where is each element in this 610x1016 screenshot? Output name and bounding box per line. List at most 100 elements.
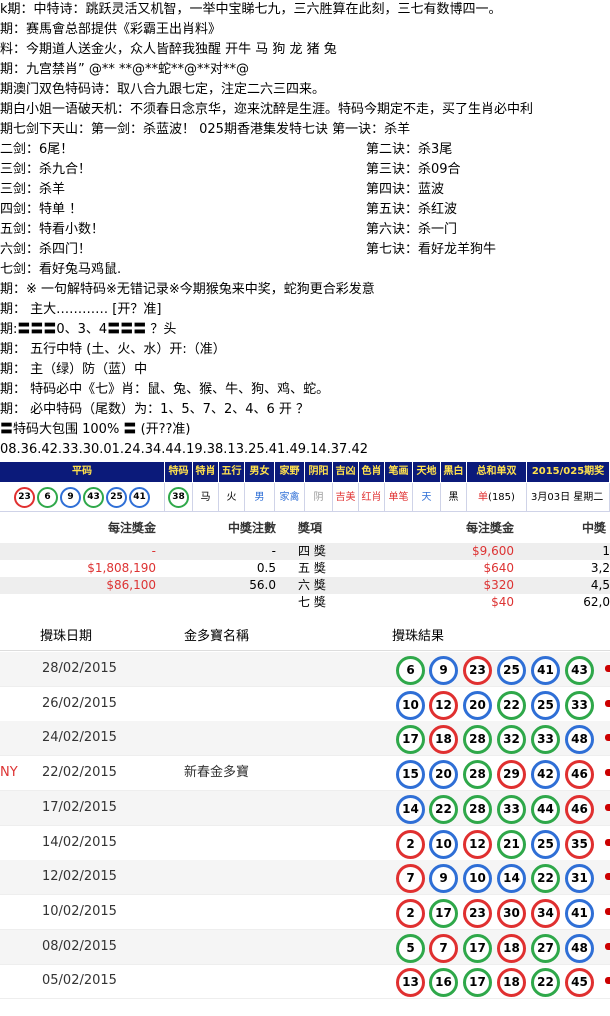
draw-date: 12/02/2015 [42,869,117,885]
lottery-ball: 10 [429,829,458,859]
header-cell: 攪珠結果 [392,629,445,644]
prize-count: 3,2 [590,561,610,575]
lottery-ball: 28 [463,725,492,755]
lottery-ball: 7 [429,933,458,963]
extra-ball-edge [605,838,610,846]
header-cell: 金多寶名稱 [184,629,250,644]
lottery-ball: 7 [396,864,425,894]
lottery-ball: 12 [429,690,458,720]
prize-amount: $40 [491,595,514,609]
lottery-ball: 18 [497,933,526,963]
draw-row: 10/02/2015 2 17 23 30 34 41 [0,895,610,930]
lottery-ball: 12 [463,829,492,859]
extra-ball-edge [605,907,610,915]
text-line: 三剑：杀九合！ 第三诀：杀09合 [0,160,610,180]
prize-amount: $9,600 [472,544,514,558]
text-left: 三剑：杀羊 [0,182,66,197]
text-line: 期： 主（绿）防（蓝）中 [0,362,148,377]
lottery-ball: 25 [531,829,560,859]
draw-date: 22/02/2015 [42,765,117,781]
lottery-ball: 46 [565,794,594,824]
text-line: 六剑：杀四门！ 第七诀：看好龙羊狗牛 [0,240,610,260]
extra-ball-edge [605,734,610,742]
lottery-ball: 28 [463,794,492,824]
date-cell: 3月03日 星期二 21 [527,483,610,512]
lottery-ball: 17 [463,933,492,963]
lottery-ball: 31 [565,864,594,894]
zodiac-cell: 马 [193,483,219,512]
draw-row: 08/02/2015 5 7 17 18 27 48 [0,929,610,965]
lottery-ball: 22 [531,968,560,998]
lottery-ball: 41 [129,486,150,508]
text-line: k期：中特诗：跳跃灵活又机智，一举中宝睇七九，三六胜算在此刻，三七有数博四一。 [0,2,502,17]
lottery-ball: 43 [565,656,594,685]
draw-row: 14/02/2015 2 10 12 21 25 35 [0,826,610,861]
lottery-ball: 17 [396,725,425,755]
gender-cell: 男 [245,483,275,512]
lottery-ball: 41 [531,656,560,685]
lottery-ball: 27 [531,933,560,963]
text-line: 期：赛馬會总部提供《彩霸王出肖料》 [0,22,222,37]
draw-prefix: NY [0,765,18,781]
lottery-ball: 25 [497,656,526,685]
prize-row: - - 四 獎 $9,600 1 [0,543,610,560]
prize-row: $1,808,190 0.5 五 獎 $640 3,2 [0,560,610,577]
draw-row: NY 22/02/2015 新春金多寶 15 20 28 29 42 46 [0,756,610,792]
extra-ball-edge [605,769,610,777]
domestic-cell: 家禽 [275,483,305,512]
draw-history-header: 攪珠日期 金多寶名稱 攪珠結果 [0,624,610,651]
draw-date: 05/02/2015 [42,973,117,989]
header-cell: 五行 [219,462,245,482]
extra-ball-edge [605,977,610,985]
prize-count: 62,0 [583,595,610,609]
text-line: 08.36.42.33.30.01.24.34.44.19.38.13.25.4… [0,442,369,457]
lottery-ball: 48 [565,933,594,963]
lottery-ball: 10 [396,690,425,720]
text-right: 第六诀：杀一门 [366,222,458,237]
lottery-ball: 25 [531,690,560,720]
text-left: 三剑：杀九合！ [0,162,92,177]
draw-row: 28/02/2015 6 9 23 25 41 43 [0,652,610,687]
prize-count: - [271,544,276,558]
text-left: 五剑：特看小数！ [0,222,105,237]
text-line: 期澳门双色特码诗：取八合九跟七定，注定二六三四来。 [0,82,326,97]
black-white-cell: 黑 [441,483,467,512]
lottery-ball: 5 [396,933,425,963]
text-line: 七剑：看好兔马鸡鼠. [0,262,122,277]
header-cell: 阴阳 [305,462,333,482]
lottery-ball: 33 [565,690,594,720]
header-cell: 家野 [275,462,305,482]
draw-date: 24/02/2015 [42,730,117,746]
lottery-ball: 23 [463,898,492,928]
extra-ball-edge [605,873,610,881]
lottery-ball: 22 [497,690,526,720]
header-cell: 2015/025期奖励 [527,462,610,482]
lottery-ball: 35 [565,829,594,859]
header-cell: 特肖 [193,462,219,482]
draw-date: 26/02/2015 [42,695,117,711]
lottery-ball: 41 [565,898,594,928]
prize-amount: $1,808,190 [87,561,156,575]
sum-label: 单 [478,492,489,503]
prize-row: 七 獎 $40 62,0 [0,594,610,611]
prize-count: 4,5 [590,578,610,592]
lottery-ball: 44 [531,794,560,824]
text-left: 六剑：杀四门！ [0,242,92,257]
prize-count: 0.5 [256,561,276,575]
text-line: 期： 主大………… [开？准] [0,302,162,317]
draw-row: 26/02/2015 10 12 20 22 25 33 [0,687,610,722]
prize-count: 1 [602,544,610,558]
text-line: 二剑：6尾！ 第二诀：杀3尾 [0,140,610,160]
prize-name: 四 獎 [298,544,326,558]
text-right: 第七诀：看好龙羊狗牛 [366,242,497,257]
lottery-ball: 21 [497,829,526,859]
draw-date: 10/02/2015 [42,903,117,919]
lottery-ball: 23 [14,486,35,508]
lottery-ball: 34 [531,898,560,928]
prize-row: $86,100 56.0 六 獎 $320 4,5 [0,577,610,594]
lottery-ball: 16 [429,968,458,998]
draw-date: 28/02/2015 [42,661,117,676]
header-cell: 中獎注數 [227,521,276,535]
draw-date: 08/02/2015 [42,938,117,954]
lottery-ball: 14 [396,794,425,824]
